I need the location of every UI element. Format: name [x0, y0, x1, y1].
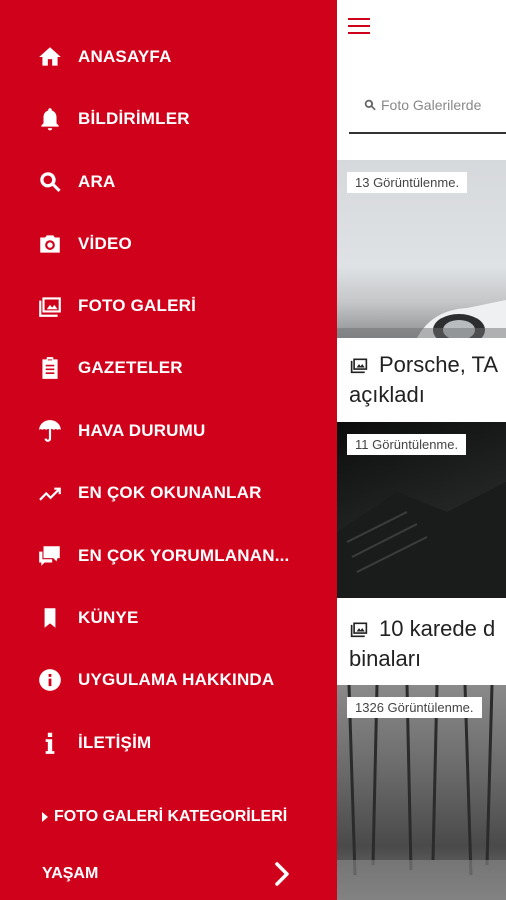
menu-item-label: EN ÇOK YORUMLANAN...	[78, 546, 290, 565]
bell-icon	[36, 105, 64, 133]
comments-icon	[36, 542, 64, 570]
search-field[interactable]: Foto Galerilerde	[349, 88, 506, 134]
gallery-content: Foto Galerilerde 13 Görüntülenme. Porsch…	[337, 0, 506, 900]
gallery-card-image[interactable]: 1326 Görüntülenme.	[337, 685, 506, 900]
gallery-card-image[interactable]: 11 Görüntülenme.	[337, 422, 506, 598]
title-line: Porsche, TA	[379, 352, 499, 377]
menu-item-en-cok-yorumlanan[interactable]: EN ÇOK YORUMLANAN...	[36, 536, 326, 576]
title-line: açıkladı	[349, 382, 425, 407]
search-icon	[364, 99, 376, 111]
clipboard-icon	[36, 354, 64, 382]
categories-header-label: FOTO GALERİ KATEGORİLERİ	[54, 808, 288, 825]
title-line: 10 karede d	[379, 616, 496, 641]
gallery-card-title[interactable]: 10 karede d binaları	[349, 614, 495, 674]
trending-icon	[36, 479, 64, 507]
menu-item-ara[interactable]: ARA	[36, 162, 326, 202]
menu-item-anasayfa[interactable]: ANASAYFA	[36, 37, 326, 77]
home-icon	[36, 43, 64, 71]
view-count-badge: 11 Görüntülenme.	[347, 434, 467, 455]
chevron-right-icon	[275, 862, 289, 886]
menu-item-kunye[interactable]: KÜNYE	[36, 598, 326, 638]
umbrella-icon	[36, 417, 64, 445]
menu-item-bildirimler[interactable]: BİLDİRİMLER	[36, 99, 326, 139]
search-icon	[36, 168, 64, 196]
menu-item-label: ARA	[78, 172, 116, 191]
menu-item-foto-galeri[interactable]: FOTO GALERİ	[36, 286, 326, 326]
menu-item-label: GAZETELER	[78, 358, 183, 377]
gallery-card-title[interactable]: Porsche, TA açıkladı	[349, 350, 498, 410]
view-count-badge: 13 Görüntülenme.	[347, 172, 468, 193]
menu-item-label: VİDEO	[78, 234, 132, 253]
search-placeholder: Foto Galerilerde	[381, 97, 482, 113]
menu-item-label: HAVA DURUMU	[78, 421, 206, 440]
category-item-yasam[interactable]: YAŞAM	[42, 858, 292, 890]
caret-right-icon	[42, 812, 48, 822]
menu-item-label: FOTO GALERİ	[78, 296, 197, 315]
menu-item-label: EN ÇOK OKUNANLAR	[78, 483, 262, 502]
menu-item-label: BİLDİRİMLER	[78, 109, 190, 128]
bookmark-icon	[36, 604, 64, 632]
hamburger-menu-icon[interactable]	[348, 18, 370, 36]
image-icon	[36, 292, 64, 320]
menu-item-en-cok-okunanlar[interactable]: EN ÇOK OKUNANLAR	[36, 473, 326, 513]
camera-icon	[36, 230, 64, 258]
menu-item-video[interactable]: VİDEO	[36, 224, 326, 264]
gallery-icon	[350, 622, 368, 638]
gallery-card-image[interactable]: 13 Görüntülenme.	[337, 160, 506, 338]
category-item-label: YAŞAM	[42, 865, 99, 882]
menu-item-uygulama-hakkinda[interactable]: UYGULAMA HAKKINDA	[36, 660, 326, 700]
view-count-badge: 1326 Görüntülenme.	[347, 697, 482, 718]
menu-item-iletisim[interactable]: İLETİŞİM	[36, 723, 326, 763]
title-line: binaları	[349, 646, 422, 671]
menu-item-hava-durumu[interactable]: HAVA DURUMU	[36, 411, 326, 451]
menu-item-gazeteler[interactable]: GAZETELER	[36, 348, 326, 388]
gallery-icon	[350, 358, 368, 374]
info-icon	[36, 729, 64, 757]
foto-galeri-categories-header[interactable]: FOTO GALERİ KATEGORİLERİ	[42, 808, 287, 826]
menu-item-label: İLETİŞİM	[78, 733, 152, 752]
menu-item-label: ANASAYFA	[78, 47, 172, 66]
navigation-drawer: ANASAYFA BİLDİRİMLER ARA VİDEO FOTO GALE…	[0, 0, 337, 900]
menu-item-label: KÜNYE	[78, 608, 139, 627]
info-circle-icon	[36, 666, 64, 694]
menu-item-label: UYGULAMA HAKKINDA	[78, 670, 275, 689]
